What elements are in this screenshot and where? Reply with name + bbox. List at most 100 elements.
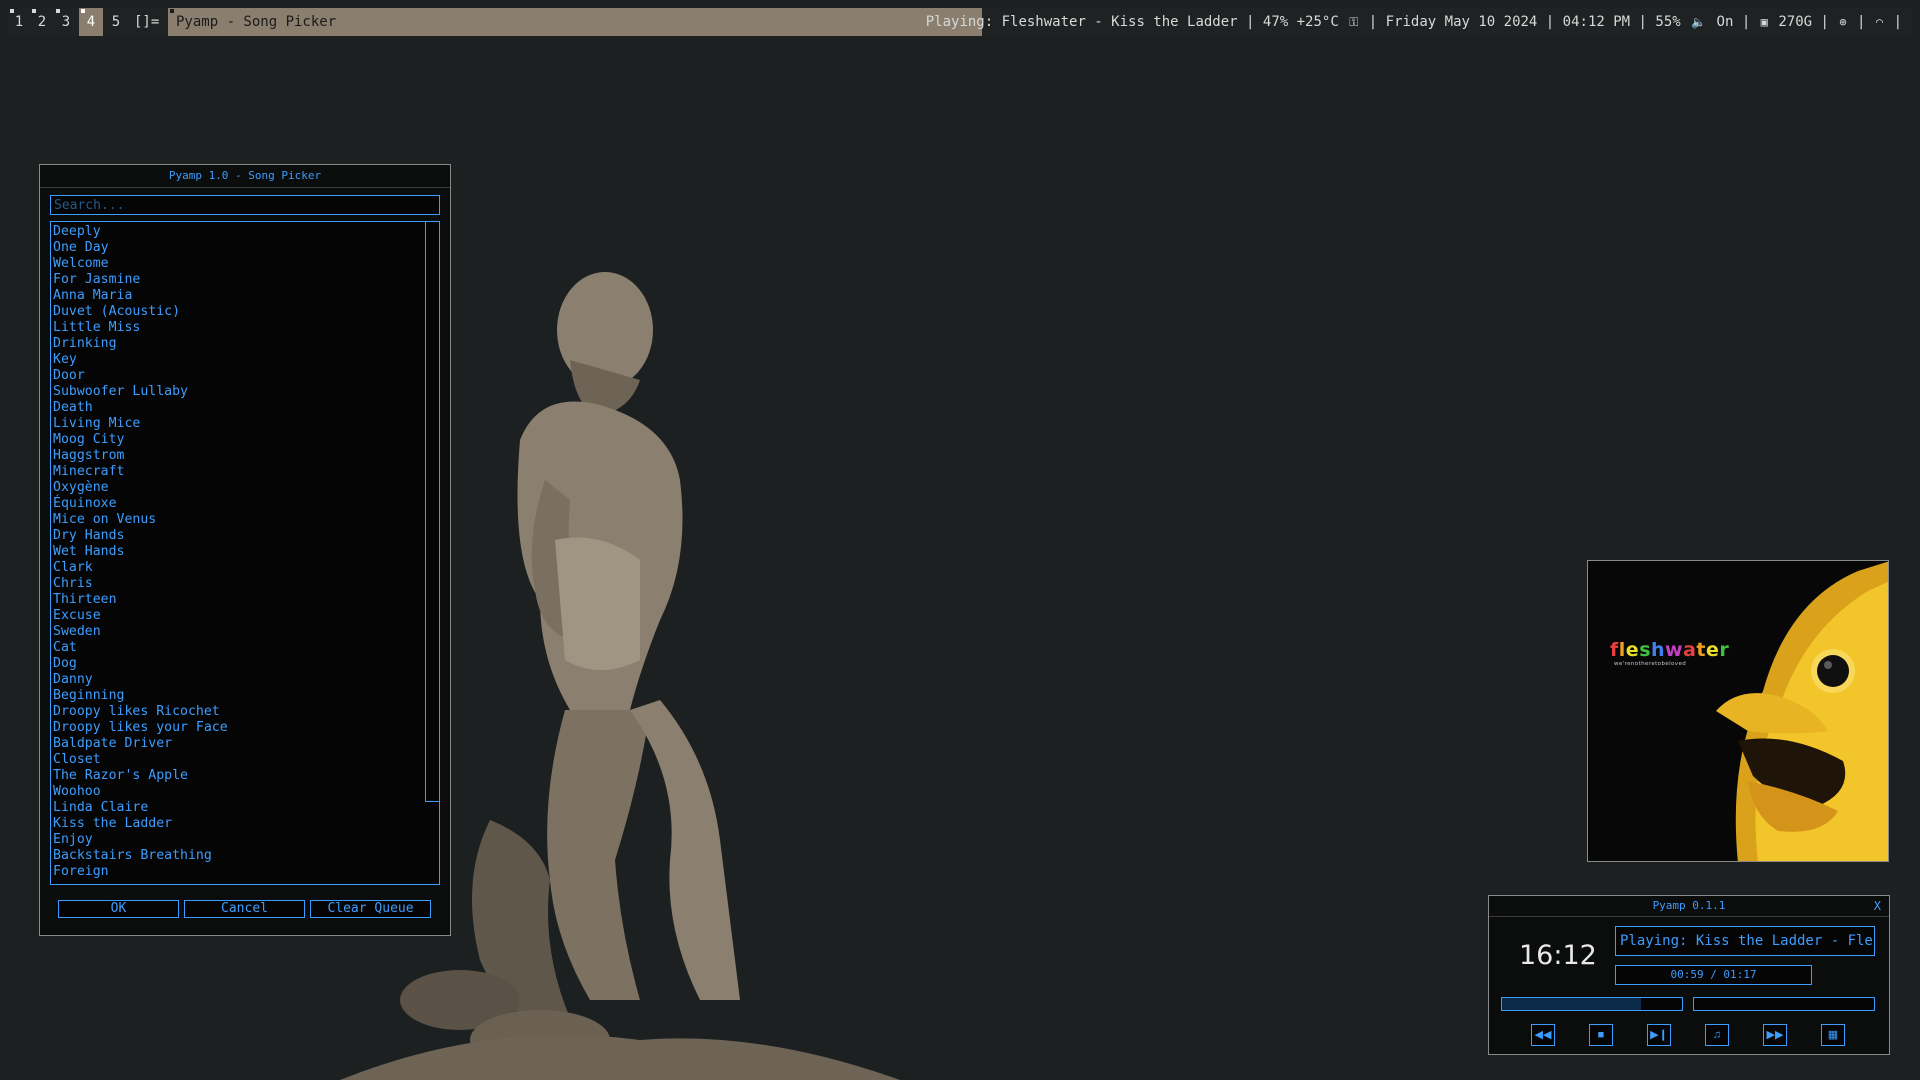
song-list-items: Deeply One Day Welcome For Jasmine Anna Mari…: [51, 222, 439, 880]
album-art: fleshwater we'renotheretobeloved: [1587, 560, 1889, 862]
workspace-label: 5: [111, 14, 121, 30]
volume-bar[interactable]: [1693, 997, 1875, 1011]
status-area: Playing: Fleshwater - Kiss the Ladder | …: [925, 14, 1902, 30]
song-list-item[interactable]: Baldpate Driver: [53, 736, 439, 752]
clock: 16:12: [1519, 940, 1597, 971]
song-list-item[interactable]: Drinking: [53, 336, 439, 352]
cancel-button[interactable]: Cancel: [184, 900, 305, 918]
song-list-item[interactable]: Moog City: [53, 432, 439, 448]
floating-dot-icon: [170, 9, 174, 13]
song-list-item[interactable]: Dry Hands: [53, 528, 439, 544]
song-list-item[interactable]: Clark: [53, 560, 439, 576]
previous-button[interactable]: ◀◀: [1531, 1024, 1555, 1046]
song-list-item[interactable]: Cat: [53, 640, 439, 656]
workspace-label: 1: [14, 14, 24, 30]
date-status: Friday May 10 2024: [1385, 14, 1538, 30]
workspace-1[interactable]: 1: [8, 8, 30, 36]
song-list-item[interactable]: Haggstrom: [53, 448, 439, 464]
song-list-item[interactable]: Deeply: [53, 224, 439, 240]
next-button[interactable]: ▶▶: [1763, 1024, 1787, 1046]
workspace-label: 4: [86, 14, 96, 30]
song-list-item[interactable]: Droopy likes your Face: [53, 720, 439, 736]
occupied-dot-icon: [81, 9, 85, 13]
top-bar: 1 2 3 4 5 []= Pyamp - Song Picker Playin…: [8, 8, 1912, 36]
song-list-scrollbar[interactable]: [425, 222, 439, 802]
song-list-item[interactable]: Duvet (Acoustic): [53, 304, 439, 320]
play-pause-button[interactable]: ▶❙: [1647, 1024, 1671, 1046]
song-list-item[interactable]: Thirteen: [53, 592, 439, 608]
workspace-label: 3: [61, 14, 71, 30]
globe-icon: ⊕: [1839, 15, 1847, 29]
stop-button[interactable]: ■: [1589, 1024, 1613, 1046]
song-list-item[interactable]: The Razor's Apple: [53, 768, 439, 784]
song-list-item[interactable]: Key: [53, 352, 439, 368]
song-list-item[interactable]: Living Mice: [53, 416, 439, 432]
song-picker-window: Pyamp 1.0 - Song Picker DeeplyOne DayWel…: [39, 164, 451, 936]
song-list[interactable]: Deeply One Day Welcome For Jasmine Anna Mari…: [50, 221, 440, 885]
volume-status: 55%: [1655, 14, 1681, 30]
song-list-item[interactable]: Enjoy: [53, 832, 439, 848]
song-list-item[interactable]: Backstairs Breathing: [53, 848, 439, 864]
menu-button[interactable]: ▦: [1821, 1024, 1845, 1046]
song-list-item[interactable]: For Jasmine: [53, 272, 439, 288]
song-list-item[interactable]: Wet Hands: [53, 544, 439, 560]
album-subtitle: we'renotheretobeloved: [1614, 661, 1687, 667]
volume-state: On: [1716, 14, 1734, 30]
song-list-item[interactable]: Danny: [53, 672, 439, 688]
ok-button[interactable]: OK: [58, 900, 179, 918]
clear-queue-button[interactable]: Clear Queue: [310, 900, 431, 918]
song-picker-title: Pyamp 1.0 - Song Picker: [40, 165, 450, 188]
now-playing-status: Playing: Fleshwater - Kiss the Ladder: [925, 14, 1238, 30]
time-status: 04:12 PM: [1562, 14, 1631, 30]
song-list-item[interactable]: Closet: [53, 752, 439, 768]
close-button[interactable]: X: [1874, 896, 1881, 916]
occupied-dot-icon: [56, 9, 60, 13]
song-list-item[interactable]: Death: [53, 400, 439, 416]
time-readout: 00:59 / 01:17: [1615, 965, 1812, 985]
song-list-item[interactable]: Woohoo: [53, 784, 439, 800]
player-title: Pyamp 0.1.1: [1489, 896, 1889, 917]
workspace-5[interactable]: 5: [104, 8, 128, 36]
window-title: Pyamp - Song Picker: [168, 8, 982, 36]
song-list-item[interactable]: Kiss the Ladder: [53, 816, 439, 832]
song-list-item[interactable]: Sweden: [53, 624, 439, 640]
song-list-item[interactable]: Little Miss: [53, 320, 439, 336]
song-list-item[interactable]: Chris: [53, 576, 439, 592]
workspace-3[interactable]: 3: [54, 8, 78, 36]
song-list-item[interactable]: Anna Maria: [53, 288, 439, 304]
speaker-icon: 🔈: [1691, 15, 1707, 29]
window-title-text: Pyamp - Song Picker: [176, 14, 337, 30]
song-list-item[interactable]: Excuse: [53, 608, 439, 624]
workspace-4[interactable]: 4: [79, 8, 103, 36]
song-list-item[interactable]: Beginning: [53, 688, 439, 704]
album-artist-logo: fleshwater: [1610, 639, 1730, 661]
song-list-item[interactable]: Équinoxe: [53, 496, 439, 512]
song-list-item[interactable]: Foreign: [53, 864, 439, 880]
song-list-item[interactable]: Welcome: [53, 256, 439, 272]
song-list-item[interactable]: Oxygène: [53, 480, 439, 496]
wifi-icon: ◠: [1875, 15, 1884, 29]
song-list-item[interactable]: Door: [53, 368, 439, 384]
search-input[interactable]: [50, 195, 440, 215]
song-list-item[interactable]: Dog: [53, 656, 439, 672]
song-list-item[interactable]: Subwoofer Lullaby: [53, 384, 439, 400]
progress-bar[interactable]: [1501, 997, 1683, 1011]
song-list-item[interactable]: Minecraft: [53, 464, 439, 480]
workspace-2[interactable]: 2: [30, 8, 54, 36]
rubber-duck-image: [1716, 561, 1888, 861]
queue-button[interactable]: ♫: [1705, 1024, 1729, 1046]
lock-icon: ⚿: [1349, 15, 1359, 29]
song-list-item[interactable]: Linda Claire: [53, 800, 439, 816]
disk-status: 270G: [1778, 14, 1813, 30]
song-list-item[interactable]: Mice on Venus: [53, 512, 439, 528]
song-list-item[interactable]: One Day: [53, 240, 439, 256]
workspace-label: 2: [37, 14, 47, 30]
now-playing-display: Playing: Kiss the Ladder - Fleshwater: [1615, 926, 1875, 956]
song-list-item[interactable]: Droopy likes Ricochet: [53, 704, 439, 720]
occupied-dot-icon: [32, 9, 36, 13]
cpu-temp-status: 47% +25°C: [1262, 14, 1339, 30]
player-window: Pyamp 0.1.1 X 16:12 Playing: Kiss the La…: [1488, 895, 1890, 1055]
disk-icon: ▣: [1760, 15, 1768, 29]
layout-indicator[interactable]: []=: [134, 8, 159, 36]
progress-fill: [1502, 998, 1641, 1010]
